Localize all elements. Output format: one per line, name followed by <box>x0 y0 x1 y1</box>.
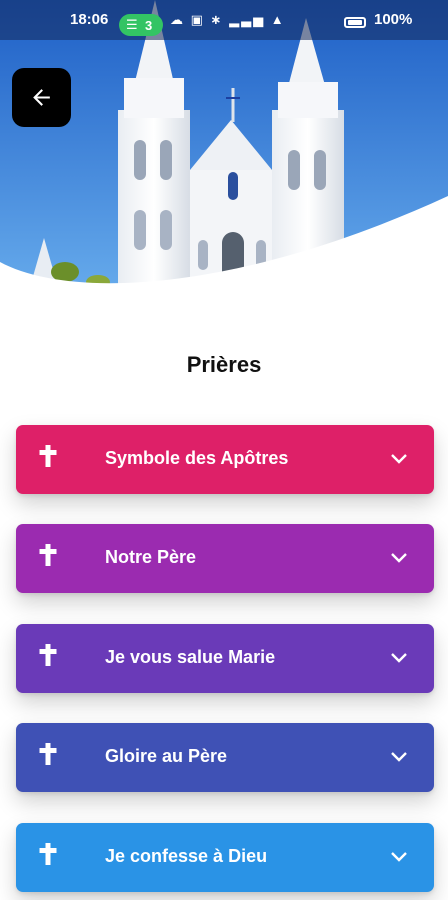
page-title: Prières <box>186 352 262 377</box>
prayer-label: Je vous salue Marie <box>105 647 276 667</box>
signal-icon: ▂▃▅ <box>229 12 266 27</box>
cross-icon <box>39 644 57 666</box>
cross-icon <box>39 445 57 467</box>
church-illustration <box>0 0 448 310</box>
prayer-item-symbole-des-apotres[interactable]: Symbole des Apôtres <box>16 425 434 494</box>
prayer-label: Gloire au Père <box>105 746 228 766</box>
prayer-item-gloire-au-pere[interactable]: Gloire au Père <box>16 723 434 792</box>
back-button[interactable] <box>12 68 71 127</box>
cross-icon <box>39 843 57 865</box>
prayer-item-notre-pere[interactable]: Notre Père <box>16 524 434 593</box>
prayer-item-je-confesse-a-dieu[interactable]: Je confesse à Dieu <box>16 823 434 892</box>
prayer-item-je-vous-salue-marie[interactable]: Je vous salue Marie <box>16 624 434 693</box>
cross-icon <box>39 544 57 566</box>
bluetooth-icon: ∗ <box>210 12 224 27</box>
chevron-down-icon[interactable] <box>390 750 408 764</box>
battery-level: 100% <box>374 11 413 28</box>
cross-icon <box>39 743 57 765</box>
chevron-down-icon[interactable] <box>390 452 408 466</box>
notification-pill: ☰ 3 <box>119 14 163 36</box>
battery-icon <box>344 17 366 28</box>
header-image <box>0 0 448 310</box>
chevron-down-icon[interactable] <box>390 551 408 565</box>
chevron-down-icon[interactable] <box>390 850 408 864</box>
vibrate-icon: ▣ <box>190 12 205 27</box>
cloud-icon: ☁ <box>170 12 185 27</box>
status-icons: ☁ ▣ ∗ ▂▃▅ ▲ <box>170 12 286 28</box>
wifi-icon: ▲ <box>270 12 286 27</box>
arrow-left-icon <box>33 89 50 106</box>
notification-count: 3 <box>145 18 153 33</box>
prayer-label: Notre Père <box>105 547 197 567</box>
prayer-label: Je confesse à Dieu <box>105 846 268 866</box>
status-bar: 18:06 ☰ 3 ☁ ▣ ∗ ▂▃▅ ▲ 100% <box>0 0 448 40</box>
status-time: 18:06 <box>70 11 109 28</box>
chevron-down-icon[interactable] <box>390 651 408 665</box>
prayer-label: Symbole des Apôtres <box>105 448 289 468</box>
hotspot-icon: ☰ <box>126 17 138 32</box>
